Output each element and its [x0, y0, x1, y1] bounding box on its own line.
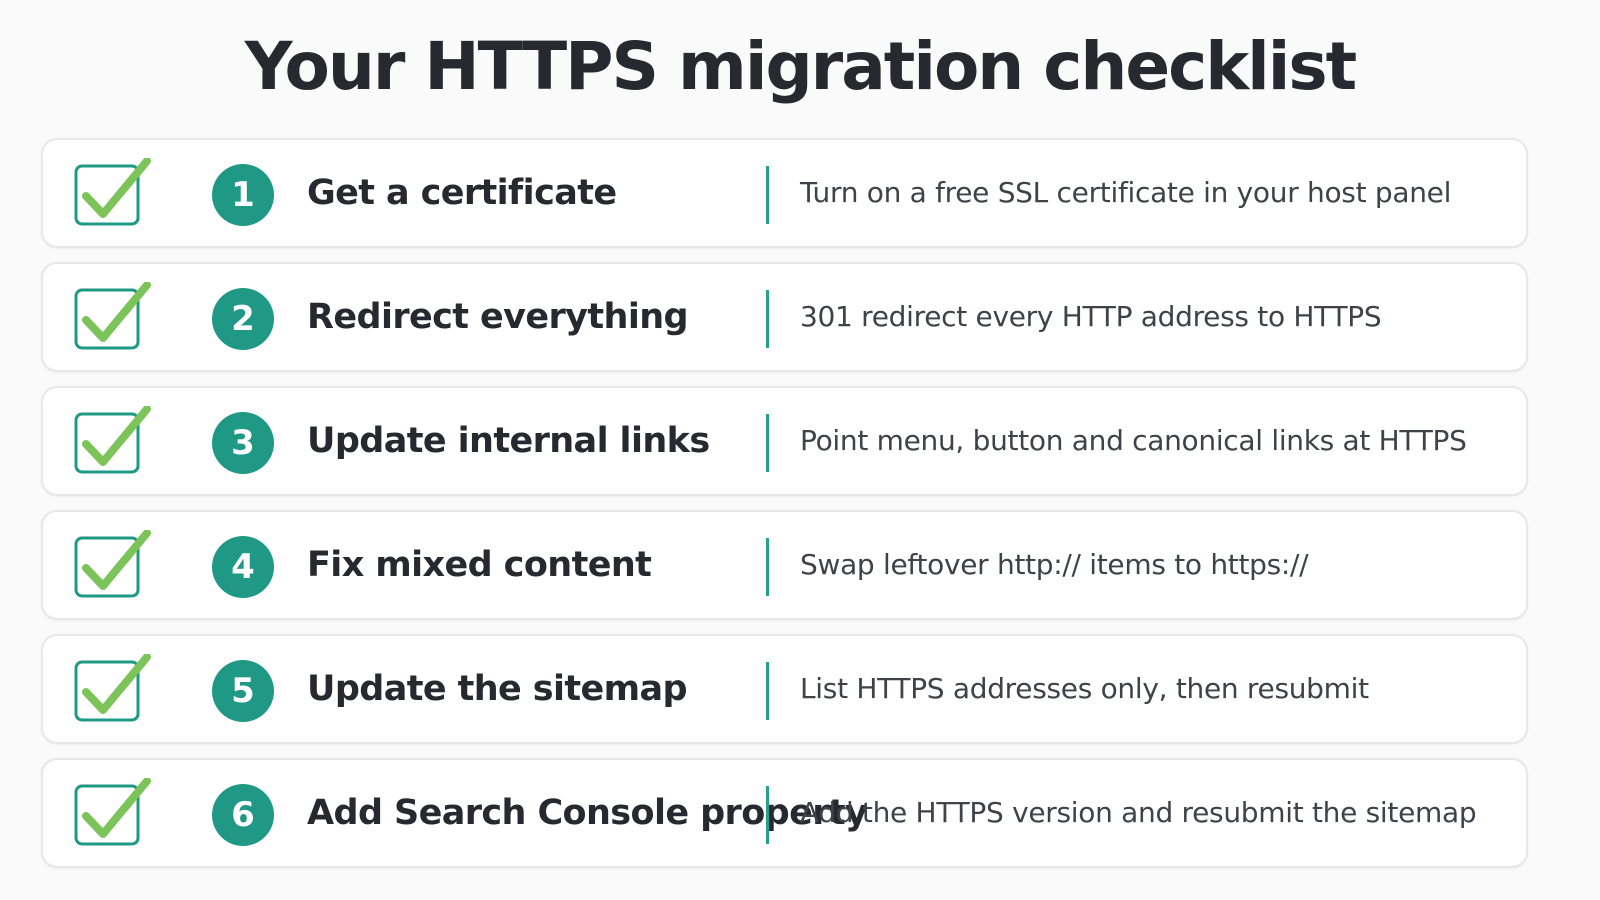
- checked-box-icon[interactable]: [73, 406, 153, 476]
- step-number-badge: 6: [212, 784, 274, 846]
- checked-box-icon[interactable]: [73, 282, 153, 352]
- step-title: Fix mixed content: [307, 545, 652, 585]
- checked-box-icon[interactable]: [73, 654, 153, 724]
- step-description: 301 redirect every HTTP address to HTTPS: [800, 300, 1382, 333]
- step-number-badge: 2: [212, 288, 274, 350]
- row-divider: [766, 290, 769, 348]
- step-description: Add the HTTPS version and resubmit the s…: [800, 796, 1477, 829]
- step-title: Redirect everything: [307, 297, 689, 337]
- checked-box-icon[interactable]: [73, 778, 153, 848]
- step-title: Update the sitemap: [307, 669, 688, 709]
- row-divider: [766, 786, 769, 844]
- page-title: Your HTTPS migration checklist: [244, 28, 1357, 105]
- checklist-item: 2 Redirect everything 301 redirect every…: [41, 262, 1528, 372]
- step-title: Add Search Console property: [307, 793, 868, 833]
- row-divider: [766, 538, 769, 596]
- step-description: Point menu, button and canonical links a…: [800, 424, 1467, 457]
- checklist-item: 6 Add Search Console property Add the HT…: [41, 758, 1528, 868]
- row-divider: [766, 662, 769, 720]
- step-description: Turn on a free SSL certificate in your h…: [800, 176, 1452, 209]
- step-description: List HTTPS addresses only, then resubmit: [800, 672, 1369, 705]
- checked-box-icon[interactable]: [73, 158, 153, 228]
- step-number-badge: 5: [212, 660, 274, 722]
- row-divider: [766, 166, 769, 224]
- row-divider: [766, 414, 769, 472]
- step-number-badge: 1: [212, 164, 274, 226]
- step-number-badge: 4: [212, 536, 274, 598]
- checklist-item: 3 Update internal links Point menu, butt…: [41, 386, 1528, 496]
- step-number-badge: 3: [212, 412, 274, 474]
- checked-box-icon[interactable]: [73, 530, 153, 600]
- checklist-item: 1 Get a certificate Turn on a free SSL c…: [41, 138, 1528, 248]
- step-title: Update internal links: [307, 421, 710, 461]
- step-description: Swap leftover http:// items to https://: [800, 548, 1309, 581]
- step-title: Get a certificate: [307, 173, 617, 213]
- checklist-item: 5 Update the sitemap List HTTPS addresse…: [41, 634, 1528, 744]
- checklist-page: Your HTTPS migration checklist 1 Get a c…: [0, 0, 1600, 900]
- checklist-item: 4 Fix mixed content Swap leftover http:/…: [41, 510, 1528, 620]
- checklist: 1 Get a certificate Turn on a free SSL c…: [41, 138, 1528, 882]
